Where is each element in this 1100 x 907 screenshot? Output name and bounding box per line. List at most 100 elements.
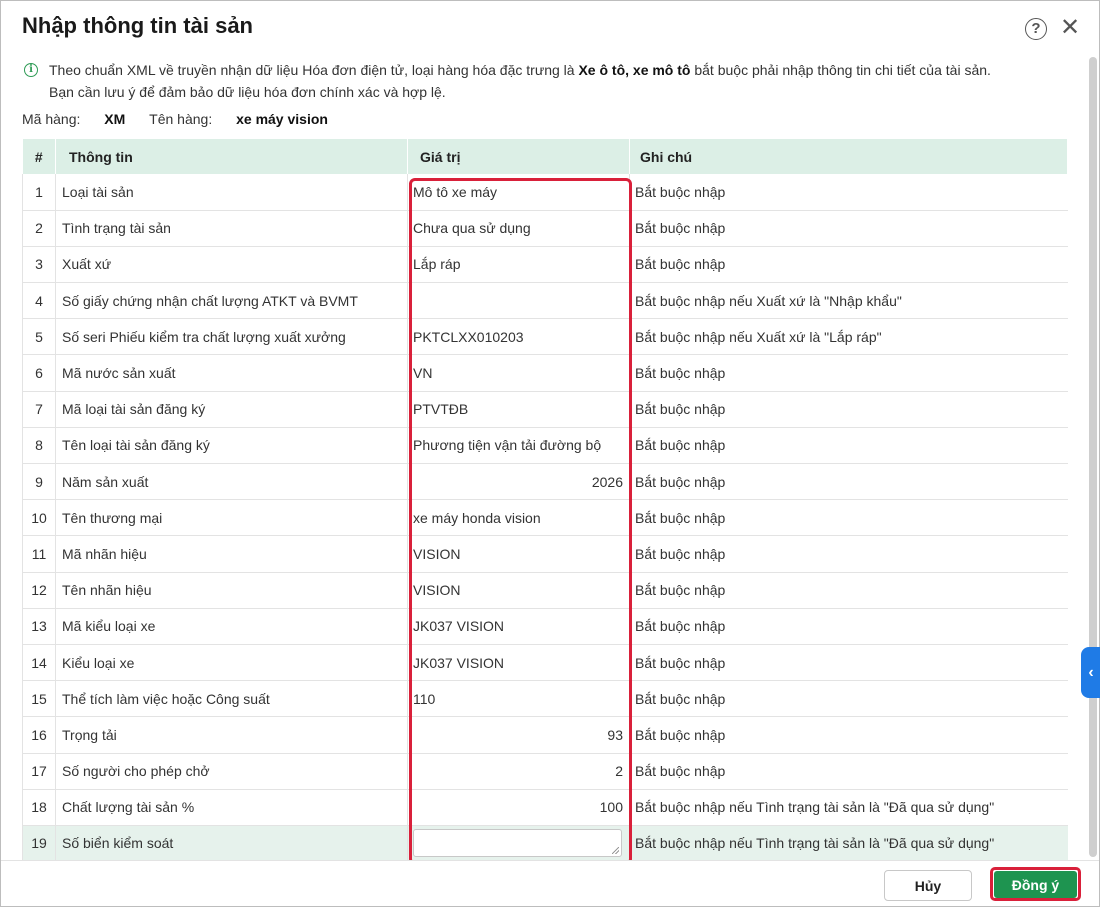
row-value-cell[interactable]: 110: [407, 680, 630, 718]
row-value-cell[interactable]: [407, 825, 630, 863]
row-note: Bắt buộc nhập: [629, 427, 1068, 465]
item-name-value: xe máy vision: [236, 111, 328, 127]
header-note: Ghi chú: [629, 139, 1068, 174]
row-value-cell[interactable]: 100: [407, 789, 630, 826]
table-row[interactable]: 18 Chất lượng tài sản % 100 Bắt buộc nhập n…: [22, 789, 1068, 826]
row-info: Số giấy chứng nhận chất lượng ATKT và BV…: [55, 282, 408, 320]
row-note: Bắt buộc nhập: [629, 463, 1068, 501]
row-index: 7: [22, 391, 56, 428]
row-note: Bắt buộc nhập nếu Xuất xứ là "Nhập khẩu": [629, 282, 1068, 320]
row-note: Bắt buộc nhập: [629, 644, 1068, 682]
close-icon[interactable]: ✕: [1060, 16, 1080, 40]
header-value: Giá trị: [407, 139, 630, 174]
item-code-value: XM: [104, 111, 126, 127]
row-info: Số người cho phép chở: [55, 753, 408, 790]
row-value-cell[interactable]: 93: [407, 716, 630, 754]
notice-part1: Theo chuẩn XML về truyền nhận dữ liệu Hó…: [49, 62, 579, 78]
row-value-cell[interactable]: VN: [407, 354, 630, 392]
row-note: Bắt buộc nhập: [629, 174, 1068, 211]
row-value-cell[interactable]: [407, 282, 630, 320]
notice-line2: Bạn cần lưu ý để đảm bảo dữ liệu hóa đơn…: [49, 84, 446, 100]
help-icon[interactable]: ?: [1025, 18, 1047, 40]
table-row[interactable]: 14 Kiểu loại xe JK037 VISION Bắt buộc nhập: [22, 644, 1068, 682]
row-value-cell[interactable]: JK037 VISION: [407, 608, 630, 645]
table-row[interactable]: 11 Mã nhãn hiệu VISION Bắt buộc nhập: [22, 535, 1068, 573]
row-value-cell[interactable]: Chưa qua sử dụng: [407, 210, 630, 247]
row-value-cell[interactable]: 2026: [407, 463, 630, 501]
row-note: Bắt buộc nhập: [629, 535, 1068, 573]
row-index: 18: [22, 789, 56, 826]
row-value-cell[interactable]: VISION: [407, 535, 630, 573]
row-info: Số biển kiểm soát: [55, 825, 408, 863]
row-index: 19: [22, 825, 56, 863]
table-header-row: # Thông tin Giá trị Ghi chú: [22, 139, 1068, 174]
table-row[interactable]: 4 Số giấy chứng nhận chất lượng ATKT và B…: [22, 282, 1068, 320]
row-index: 3: [22, 246, 56, 284]
row-index: 13: [22, 608, 56, 645]
row-value-cell[interactable]: Phương tiện vận tải đường bộ: [407, 427, 630, 465]
row-value-cell[interactable]: 2: [407, 753, 630, 790]
ok-button[interactable]: Đồng ý: [994, 871, 1077, 898]
row-note: Bắt buộc nhập nếu Xuất xứ là "Lắp ráp": [629, 318, 1068, 356]
table-row[interactable]: 3 Xuất xứ Lắp ráp Bắt buộc nhập: [22, 246, 1068, 284]
row-info: Mã loại tài sản đăng ký: [55, 391, 408, 428]
notice-text: Theo chuẩn XML về truyền nhận dữ liệu Hó…: [49, 59, 1059, 103]
asset-info-dialog: Nhập thông tin tài sản ? ✕ i Theo chuẩn …: [0, 0, 1100, 907]
row-value-cell[interactable]: Lắp ráp: [407, 246, 630, 284]
row-info: Số seri Phiếu kiểm tra chất lượng xuất x…: [55, 318, 408, 356]
header-info: Thông tin: [55, 139, 408, 174]
table-row[interactable]: 6 Mã nước sản xuất VN Bắt buộc nhập: [22, 354, 1068, 392]
row-index: 11: [22, 535, 56, 573]
row-info: Xuất xứ: [55, 246, 408, 284]
row-value-cell[interactable]: VISION: [407, 572, 630, 609]
row-index: 14: [22, 644, 56, 682]
row-value-input[interactable]: [413, 829, 622, 858]
row-info: Tên loại tài sản đăng ký: [55, 427, 408, 465]
row-info: Kiểu loại xe: [55, 644, 408, 682]
table-body: 1 Loại tài sản Mô tô xe máy Bắt buộc nhập 2 T…: [22, 174, 1068, 863]
side-panel-toggle[interactable]: ‹: [1081, 647, 1100, 698]
row-note: Bắt buộc nhập: [629, 680, 1068, 718]
table-row[interactable]: 5 Số seri Phiếu kiểm tra chất lượng xuất …: [22, 318, 1068, 356]
row-note: Bắt buộc nhập: [629, 572, 1068, 609]
row-info: Thể tích làm việc hoặc Công suất: [55, 680, 408, 718]
table-row[interactable]: 8 Tên loại tài sản đăng ký Phương tiện vận…: [22, 427, 1068, 465]
notice-bold: Xe ô tô, xe mô tô: [578, 62, 691, 78]
table-row[interactable]: 16 Trọng tải 93 Bắt buộc nhập: [22, 716, 1068, 754]
row-note: Bắt buộc nhập: [629, 608, 1068, 645]
row-info: Trọng tải: [55, 716, 408, 754]
row-value-cell[interactable]: JK037 VISION: [407, 644, 630, 682]
row-value-cell[interactable]: xe máy honda vision: [407, 499, 630, 537]
asset-table-container: # Thông tin Giá trị Ghi chú 1 Loại tài sả…: [22, 139, 1068, 863]
row-info: Mã nước sản xuất: [55, 354, 408, 392]
table-row[interactable]: 2 Tình trạng tài sản Chưa qua sử dụng Bắt b…: [22, 210, 1068, 247]
table-row[interactable]: 10 Tên thương mại xe máy honda vision Bắt b…: [22, 499, 1068, 537]
row-index: 16: [22, 716, 56, 754]
row-value-cell[interactable]: PKTCLXX010203: [407, 318, 630, 356]
row-index: 9: [22, 463, 56, 501]
table-row[interactable]: 12 Tên nhãn hiệu VISION Bắt buộc nhập: [22, 572, 1068, 609]
row-index: 17: [22, 753, 56, 790]
item-name-label: Tên hàng:: [149, 111, 213, 127]
table-row[interactable]: 1 Loại tài sản Mô tô xe máy Bắt buộc nhập: [22, 174, 1068, 211]
row-index: 1: [22, 174, 56, 211]
row-index: 2: [22, 210, 56, 247]
row-value-cell[interactable]: Mô tô xe máy: [407, 174, 630, 211]
row-note: Bắt buộc nhập nếu Tình trạng tài sản là …: [629, 789, 1068, 826]
row-info: Tên nhãn hiệu: [55, 572, 408, 609]
dialog-title: Nhập thông tin tài sản: [22, 13, 253, 38]
row-value-cell[interactable]: PTVTĐB: [407, 391, 630, 428]
row-note: Bắt buộc nhập: [629, 753, 1068, 790]
row-note: Bắt buộc nhập: [629, 354, 1068, 392]
cancel-button[interactable]: Hủy: [884, 870, 972, 901]
table-row[interactable]: 9 Năm sản xuất 2026 Bắt buộc nhập: [22, 463, 1068, 501]
table-row[interactable]: 7 Mã loại tài sản đăng ký PTVTĐB Bắt buộc n…: [22, 391, 1068, 428]
row-info: Tên thương mại: [55, 499, 408, 537]
item-meta: Mã hàng: XM Tên hàng: xe máy vision: [22, 111, 328, 127]
table-row[interactable]: 17 Số người cho phép chở 2 Bắt buộc nhập: [22, 753, 1068, 790]
table-row[interactable]: 13 Mã kiểu loại xe JK037 VISION Bắt buộc nh…: [22, 608, 1068, 645]
table-row[interactable]: 19 Số biển kiểm soát Bắt buộc nhập nếu Tìn…: [22, 825, 1068, 863]
table-row[interactable]: 15 Thể tích làm việc hoặc Công suất 110 Bắt…: [22, 680, 1068, 718]
row-info: Loại tài sản: [55, 174, 408, 211]
vertical-scrollbar[interactable]: [1089, 57, 1097, 857]
